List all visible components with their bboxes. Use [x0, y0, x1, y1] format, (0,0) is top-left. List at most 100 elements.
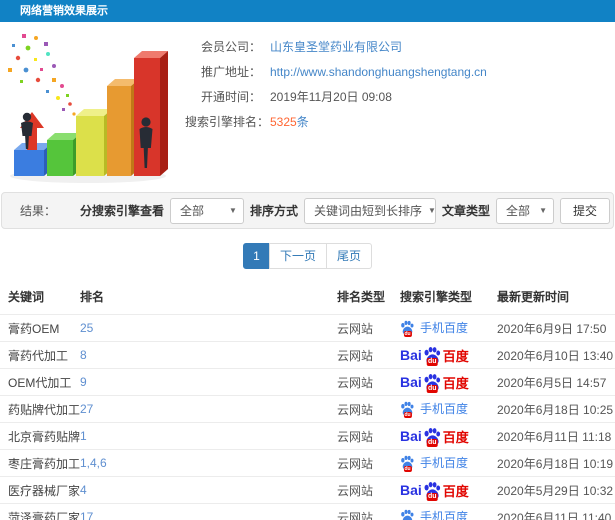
rank-cell[interactable]: 8 — [80, 341, 337, 369]
baidu-logo: Bai du 百度 — [400, 427, 469, 447]
rank-type-cell: 云网站 — [337, 422, 400, 450]
du-badge: du — [427, 492, 438, 501]
baidu-cn-text: 百度 — [442, 429, 469, 445]
rank-cell[interactable]: 1,4,6 — [80, 449, 337, 477]
info-row: 开通时间： 2019年11月20日 09:08 — [185, 90, 615, 105]
engine-filter-label: 分搜索引擎查看 — [79, 204, 164, 218]
column-header: 排名类型 — [337, 290, 386, 304]
du-badge: du — [403, 411, 412, 418]
rank-cell[interactable]: 4 — [80, 476, 337, 504]
baidu-paw-icon: du — [400, 320, 415, 337]
table-row: 膏药代加工 8 云网站 Bai du 百度 2020年6月10日 13:40 — [0, 341, 615, 369]
keywords-table: 关键词 排名 排名类型 搜索引擎类型 最新更新时间 膏药OEM 25 云网站 du 手机百度 20… — [0, 283, 615, 520]
baidu-paw-icon: du — [423, 373, 442, 393]
column-header: 关键词 — [8, 290, 45, 304]
info-row: 会员公司： 山东皇圣堂药业有限公司 — [185, 40, 615, 55]
titlebar: 网络营销效果展示 — [0, 0, 615, 22]
filter-bar: 结果： 分搜索引擎查看 全部 ▼ 排序方式 关键词由短到长排序 ▼ 文章类型 全… — [1, 192, 614, 229]
confetti-dots — [8, 34, 76, 116]
baidu-paw-icon: du — [400, 509, 415, 520]
baidu-cn-text: 百度 — [442, 375, 469, 391]
mobile-baidu-label: 手机百度 — [420, 320, 469, 335]
info-label: 搜索引擎排名： — [185, 115, 270, 129]
update-time-cell: 2020年6月5日 14:57 — [497, 368, 615, 396]
keyword-cell: 菏泽膏药厂家 — [0, 503, 80, 520]
engine-select[interactable]: 全部 ▼ — [169, 197, 244, 224]
table-row: 医疗器械厂家 4 云网站 Bai du 百度 2020年5月29日 10:32 — [0, 476, 615, 504]
info-value-link[interactable]: http://www.shandonghuangshengtang.cn — [270, 65, 487, 80]
info-label: 会员公司： — [200, 40, 261, 54]
mobile-baidu-logo: du 手机百度 — [400, 454, 469, 472]
rank-cell[interactable]: 27 — [80, 395, 337, 423]
baidu-latin-text: Bai — [400, 374, 422, 390]
engine-cell: du 手机百度 — [400, 449, 497, 477]
info-section: 会员公司： 山东皇圣堂药业有限公司推广地址： http://www.shandong… — [0, 22, 615, 190]
table-row: 膏药OEM 25 云网站 du 手机百度 2020年6月9日 17:50 — [0, 314, 615, 342]
rank-type-cell: 云网站 — [337, 368, 400, 396]
update-time-cell: 2020年6月11日 11:18 — [497, 422, 615, 450]
table-row: 药贴牌代加工 27 云网站 du 手机百度 2020年6月18日 10:25 — [0, 395, 615, 423]
mobile-baidu-logo: du 手机百度 — [400, 400, 469, 418]
update-time-cell: 2020年6月18日 10:19 — [497, 449, 615, 477]
engine-cell: du 手机百度 — [400, 503, 497, 520]
baidu-logo: Bai du 百度 — [400, 481, 469, 501]
rank-count-unit: 条 — [296, 115, 309, 129]
du-badge: du — [427, 384, 438, 393]
growth-chart-illustration — [0, 28, 185, 186]
column-header: 搜索引擎类型 — [400, 290, 473, 304]
rank-cell[interactable]: 25 — [80, 314, 337, 342]
info-value-link[interactable]: 山东皇圣堂药业有限公司 — [270, 40, 402, 55]
table-row: OEM代加工 9 云网站 Bai du 百度 2020年6月5日 14:57 — [0, 368, 615, 396]
article-type-label: 文章类型 — [441, 204, 490, 218]
article-type-select-value: 全部 — [505, 204, 530, 218]
last-page-button[interactable]: 尾页 — [326, 243, 373, 269]
mobile-baidu-label: 手机百度 — [420, 455, 469, 470]
baidu-paw-icon: du — [400, 455, 415, 472]
info-value: 5325条 — [270, 115, 309, 130]
baidu-cn-text: 百度 — [442, 348, 469, 364]
engine-cell: du 手机百度 — [400, 314, 497, 342]
engine-select-value: 全部 — [179, 204, 204, 218]
bar-red — [134, 51, 168, 176]
rank-cell[interactable]: 1 — [80, 422, 337, 450]
update-time-cell: 2020年6月9日 17:50 — [497, 314, 615, 342]
bar-yellow — [76, 109, 112, 176]
engine-cell: du 手机百度 — [400, 395, 497, 423]
table-row: 菏泽膏药厂家17云网站du 手机百度 2020年6月11日 11:40 — [0, 503, 615, 520]
filter-controls: 分搜索引擎查看 全部 ▼ 排序方式 关键词由短到长排序 ▼ 文章类型 全部 ▼ … — [79, 197, 610, 224]
next-page-button[interactable]: 下一页 — [268, 243, 327, 269]
baidu-paw-icon: du — [400, 401, 415, 418]
update-time-cell: 2020年6月10日 13:40 — [497, 341, 615, 369]
pagination: 1 下一页 尾页 — [0, 243, 615, 269]
page-button-current[interactable]: 1 — [242, 243, 270, 269]
info-row: 搜索引擎排名： 5325条 — [185, 115, 615, 130]
chevron-down-icon: ▼ — [427, 206, 436, 215]
info-row: 推广地址： http://www.shandonghuangshengtang.c… — [185, 65, 615, 80]
mobile-baidu-label: 手机百度 — [420, 401, 469, 416]
table-row: 北京膏药贴牌 1 云网站 Bai du 百度 2020年6月11日 11:18 — [0, 422, 615, 450]
baidu-paw-icon: du — [423, 427, 442, 447]
page-title: 网络营销效果展示 — [20, 5, 108, 17]
sort-select-value: 关键词由短到长排序 — [313, 204, 422, 218]
baidu-latin-text: Bai — [400, 482, 422, 498]
engine-cell: Bai du 百度 — [400, 341, 497, 369]
rank-cell[interactable]: 17 — [80, 503, 337, 520]
submit-button[interactable]: 提交 — [559, 197, 610, 224]
baidu-logo: Bai du 百度 — [400, 346, 469, 366]
engine-cell: Bai du 百度 — [400, 422, 497, 450]
chevron-down-icon: ▼ — [229, 206, 237, 215]
du-badge: du — [427, 357, 438, 366]
rank-cell[interactable]: 9 — [80, 368, 337, 396]
article-type-select[interactable]: 全部 ▼ — [495, 197, 554, 224]
keyword-cell: 膏药OEM — [0, 314, 80, 342]
keyword-cell: 膏药代加工 — [0, 341, 80, 369]
baidu-paw-icon: du — [423, 346, 442, 366]
keyword-cell: 北京膏药贴牌 — [0, 422, 80, 450]
keyword-cell: 药贴牌代加工 — [0, 395, 80, 423]
info-label: 开通时间： — [200, 90, 261, 104]
column-header: 排名 — [80, 290, 105, 304]
engine-cell: Bai du 百度 — [400, 476, 497, 504]
du-badge: du — [403, 330, 412, 337]
sort-select[interactable]: 关键词由短到长排序 ▼ — [303, 197, 436, 224]
info-value: 2019年11月20日 09:08 — [270, 90, 392, 104]
